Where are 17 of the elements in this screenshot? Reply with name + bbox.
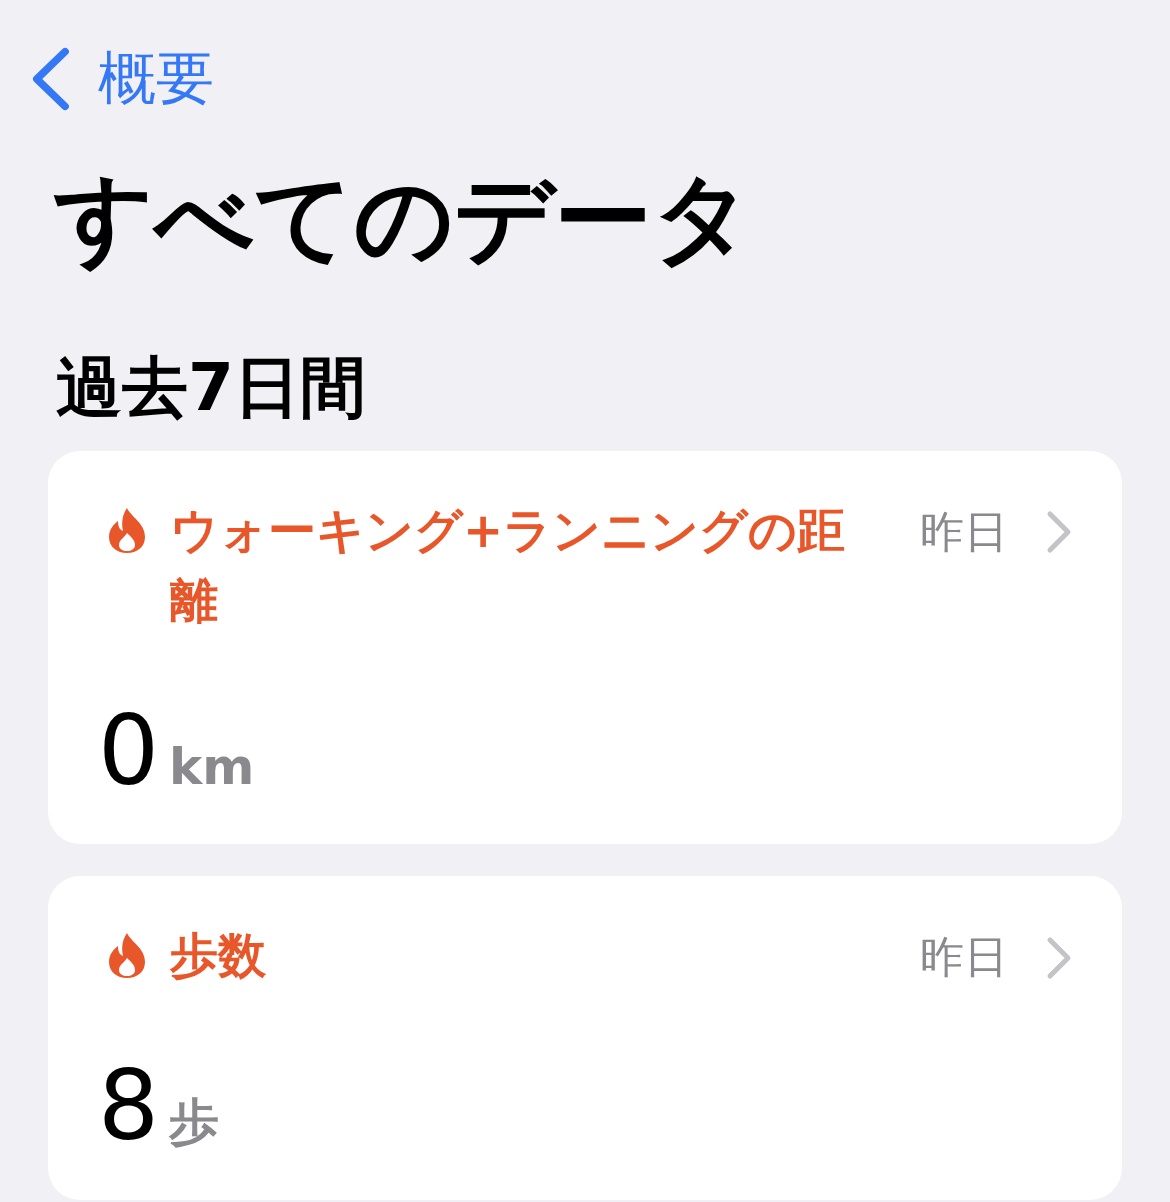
- back-button[interactable]: 概要: [28, 40, 214, 118]
- date-label: 昨日: [920, 504, 1008, 559]
- section-title: 過去7日間: [56, 347, 367, 427]
- card-title: ウォーキング+ランニングの距離: [170, 500, 847, 630]
- card-title: 歩数: [170, 926, 266, 986]
- flame-icon: [106, 506, 148, 553]
- value-text: 8: [98, 1054, 160, 1160]
- flame-icon: [106, 932, 148, 979]
- chevron-right-icon: [1046, 510, 1072, 555]
- unit-text: km: [169, 737, 255, 796]
- value-text: 0: [98, 698, 160, 805]
- data-card[interactable]: 歩数 昨日 8 歩: [48, 876, 1122, 1200]
- date-label: 昨日: [920, 930, 1008, 985]
- page-title: すべてのデータ: [54, 160, 753, 277]
- unit-text: 歩: [169, 1092, 220, 1154]
- chevron-right-icon: [1046, 935, 1072, 980]
- data-card[interactable]: ウォーキング+ランニングの距離 昨日 0 km: [48, 450, 1122, 845]
